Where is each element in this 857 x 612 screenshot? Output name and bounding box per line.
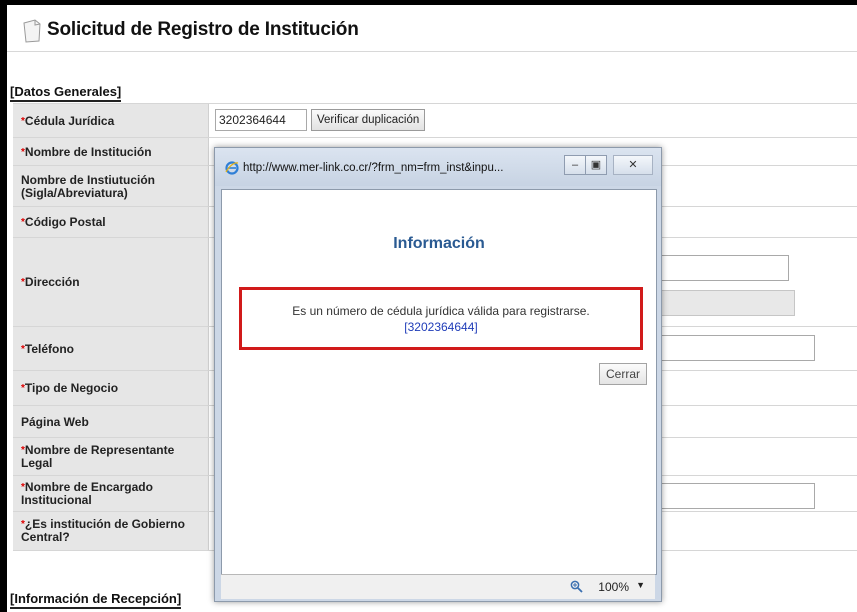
telefono-input[interactable] — [649, 335, 815, 361]
label-gobierno-central: *¿Es institución de Gobierno Central? — [13, 512, 209, 550]
direccion-input[interactable] — [649, 255, 789, 281]
ie-browser-icon — [225, 161, 239, 175]
zoom-icon — [570, 580, 583, 593]
cedula-input[interactable]: 3202364644 — [215, 109, 307, 131]
section-reception-label: [Información de Recepción] — [10, 591, 182, 609]
label-direccion: *Dirección — [13, 238, 209, 327]
chevron-down-icon[interactable]: ▼ — [636, 580, 645, 590]
title-bar: Solicitud de Registro de Institución — [7, 5, 857, 52]
popup-heading: Información — [393, 235, 485, 252]
cedula-number: [3202364644] — [404, 320, 478, 334]
label-representante: *Nombre de Representante Legal — [13, 438, 209, 476]
popup-title-bar[interactable]: http://www.mer-link.co.cr/?frm_nm=frm_in… — [215, 148, 661, 186]
label-telefono: *Teléfono — [13, 327, 209, 371]
close-icon[interactable]: ✕ — [613, 155, 653, 175]
section-general-label: [Datos Generales] — [10, 84, 122, 102]
direccion-detail-input — [649, 290, 795, 316]
minimize-icon[interactable]: – — [564, 155, 586, 175]
page-title: Solicitud de Registro de Institución — [47, 19, 359, 40]
popup-url: http://www.mer-link.co.cr/?frm_nm=frm_in… — [243, 162, 504, 174]
encargado-input[interactable] — [649, 483, 815, 509]
label-tipo-negocio: *Tipo de Negocio — [13, 371, 209, 406]
label-codigo-postal: *Código Postal — [13, 207, 209, 238]
validation-message: Es un número de cédula jurídica válida p… — [292, 304, 590, 318]
close-button[interactable]: Cerrar — [599, 363, 647, 385]
label-sigla: Nombre de Instiutución (Sigla/Abreviatur… — [13, 166, 209, 207]
zoom-level[interactable]: 100% — [598, 580, 629, 594]
verify-duplication-button[interactable]: Verificar duplicación — [311, 109, 426, 131]
popup-body: Información Es un número de cédula juríd… — [221, 189, 657, 575]
label-pagina-web: Página Web — [13, 406, 209, 438]
window-buttons: – ▣ ✕ — [564, 155, 653, 177]
page: Solicitud de Registro de Institución [Da… — [7, 5, 857, 612]
maximize-icon[interactable]: ▣ — [585, 155, 607, 175]
popup-status-bar: 100% ▼ — [221, 574, 655, 599]
document-icon — [23, 19, 41, 43]
form-row-cedula: *Cédula Jurídica 3202364644 Verificar du… — [13, 103, 857, 138]
label-cedula: *Cédula Jurídica — [13, 104, 209, 138]
label-encargado: *Nombre de Encargado Institucional — [13, 476, 209, 512]
validation-message-box: Es un número de cédula jurídica válida p… — [239, 287, 643, 350]
label-nombre: *Nombre de Institución — [13, 138, 209, 166]
info-popup-window: http://www.mer-link.co.cr/?frm_nm=frm_in… — [214, 147, 662, 602]
